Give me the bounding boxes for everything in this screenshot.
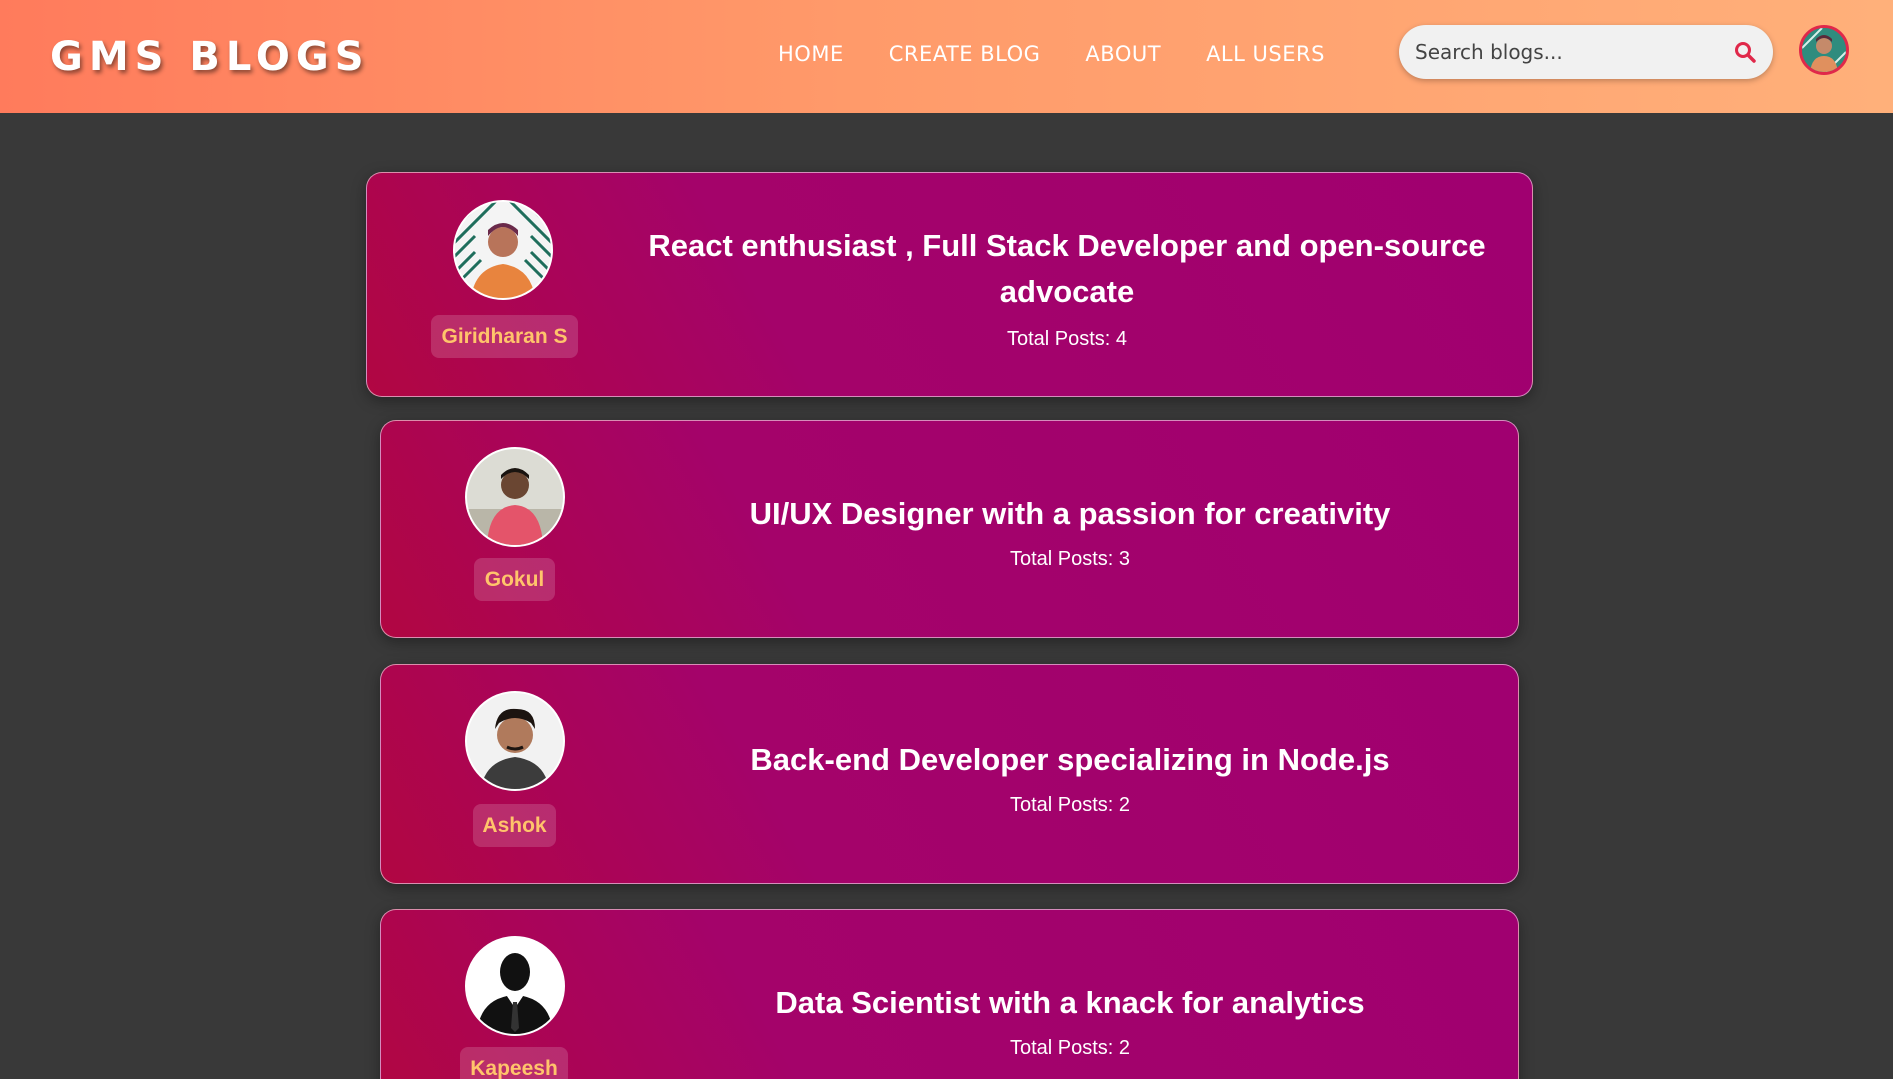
user-silhouette-icon [467,938,563,1034]
nav-link-all-users[interactable]: ALL USERS [1206,42,1325,66]
user-card-list: Giridharan S React enthusiast , Full Sta… [0,0,1893,1079]
user-bio: Data Scientist with a knack for analytic… [775,985,1365,1020]
username-badge[interactable]: Gokul [474,558,555,601]
user-photo-icon [467,693,563,789]
avatar[interactable] [465,447,565,547]
user-bio: UI/UX Designer with a passion for creati… [749,496,1391,531]
user-card[interactable]: Giridharan S React enthusiast , Full Sta… [366,172,1533,397]
username-badge[interactable]: Ashok [473,804,556,847]
search-icon[interactable] [1733,40,1757,64]
navbar: GMS BLOGS HOME CREATE BLOG ABOUT ALL USE… [0,0,1893,113]
total-posts: Total Posts: 2 [1009,794,1131,816]
user-card[interactable]: Ashok Back-end Developer specializing in… [380,664,1519,884]
profile-avatar[interactable] [1799,25,1849,75]
username-badge[interactable]: Kapeesh [460,1047,568,1079]
total-posts: Total Posts: 2 [1009,1037,1131,1059]
username-badge[interactable]: Giridharan S [431,315,578,358]
total-posts: Total Posts: 4 [1006,328,1128,350]
user-bio: Back-end Developer specializing in Node.… [750,742,1390,777]
user-avatar-icon [1802,28,1846,72]
avatar[interactable] [465,691,565,791]
user-bio: React enthusiast , Full Stack Developer … [648,228,1486,309]
user-photo-icon [467,449,563,545]
nav-link-about[interactable]: ABOUT [1085,42,1161,66]
avatar[interactable] [453,200,553,300]
nav-link-create-blog[interactable]: CREATE BLOG [889,42,1041,66]
nav-links: HOME CREATE BLOG ABOUT ALL USERS [778,42,1370,66]
total-posts: Total Posts: 3 [1009,548,1131,570]
user-card[interactable]: Kapeesh Data Scientist with a knack for … [380,909,1519,1079]
user-card[interactable]: Gokul UI/UX Designer with a passion for … [380,420,1519,638]
search-box [1399,25,1773,79]
brand-logo[interactable]: GMS BLOGS [50,34,370,80]
search-input[interactable] [1415,40,1733,64]
avatar[interactable] [465,936,565,1036]
user-photo-icon [455,202,551,298]
nav-link-home[interactable]: HOME [778,42,844,66]
